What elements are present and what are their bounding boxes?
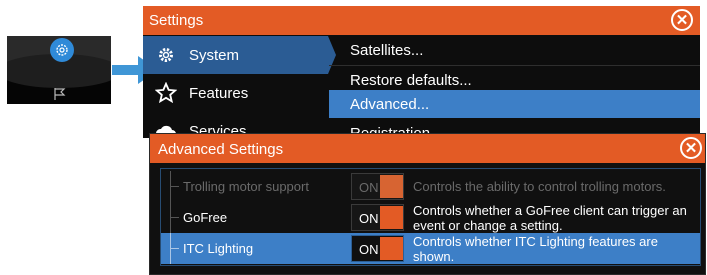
- settings-window: Settings ✕ System Features Services Sate…: [143, 6, 700, 138]
- menu-item-satellites[interactable]: Satellites...: [329, 36, 700, 66]
- advanced-settings-list: Trolling motor support ON Controls the a…: [160, 168, 701, 266]
- nav-item-label: Features: [189, 84, 249, 102]
- menu-item-advanced[interactable]: Advanced...: [329, 90, 700, 118]
- setting-name: ITC Lighting: [183, 241, 254, 256]
- tree-connector: [170, 233, 180, 264]
- setting-row-itc-lighting[interactable]: ITC Lighting ON Controls whether ITC Lig…: [161, 233, 700, 264]
- nav-item-label: System: [189, 46, 240, 64]
- trolling-motor-toggle[interactable]: ON: [351, 173, 404, 200]
- gear-icon: [151, 46, 181, 64]
- setting-description: Controls whether a GoFree client can tri…: [413, 202, 687, 233]
- home-screen-thumbnail: [7, 36, 111, 104]
- gofree-toggle[interactable]: ON: [351, 204, 404, 231]
- setting-row-trolling-motor[interactable]: Trolling motor support ON Controls the a…: [161, 171, 700, 202]
- setting-row-gofree[interactable]: GoFree ON Controls whether a GoFree clie…: [161, 202, 700, 233]
- toggle-state: ON: [359, 242, 379, 257]
- settings-close-icon[interactable]: ✕: [671, 9, 693, 31]
- flag-icon: [52, 86, 68, 102]
- settings-gear-icon[interactable]: [50, 38, 74, 62]
- tree-connector: [170, 171, 180, 202]
- settings-titlebar: [143, 6, 700, 35]
- advanced-settings-close-icon[interactable]: ✕: [680, 137, 702, 159]
- toggle-state: ON: [359, 180, 379, 195]
- toggle-indicator: [380, 237, 403, 260]
- itc-lighting-toggle[interactable]: ON: [351, 235, 404, 262]
- nav-item-features[interactable]: Features: [143, 74, 328, 112]
- setting-description: Controls whether ITC Lighting features a…: [413, 233, 658, 264]
- nav-item-system[interactable]: System: [143, 36, 328, 74]
- advanced-settings-dialog: Advanced Settings ✕ Trolling motor suppo…: [149, 133, 706, 275]
- star-icon: [151, 82, 181, 104]
- toggle-state: ON: [359, 211, 379, 226]
- setting-description: Controls the ability to control trolling…: [413, 179, 666, 194]
- settings-title: Settings: [149, 12, 204, 29]
- tree-connector: [170, 202, 180, 233]
- setting-name: GoFree: [183, 210, 228, 225]
- toggle-indicator: [380, 206, 403, 229]
- advanced-settings-title: Advanced Settings: [158, 141, 284, 158]
- toggle-indicator: [380, 175, 403, 198]
- setting-name: Trolling motor support: [183, 179, 309, 194]
